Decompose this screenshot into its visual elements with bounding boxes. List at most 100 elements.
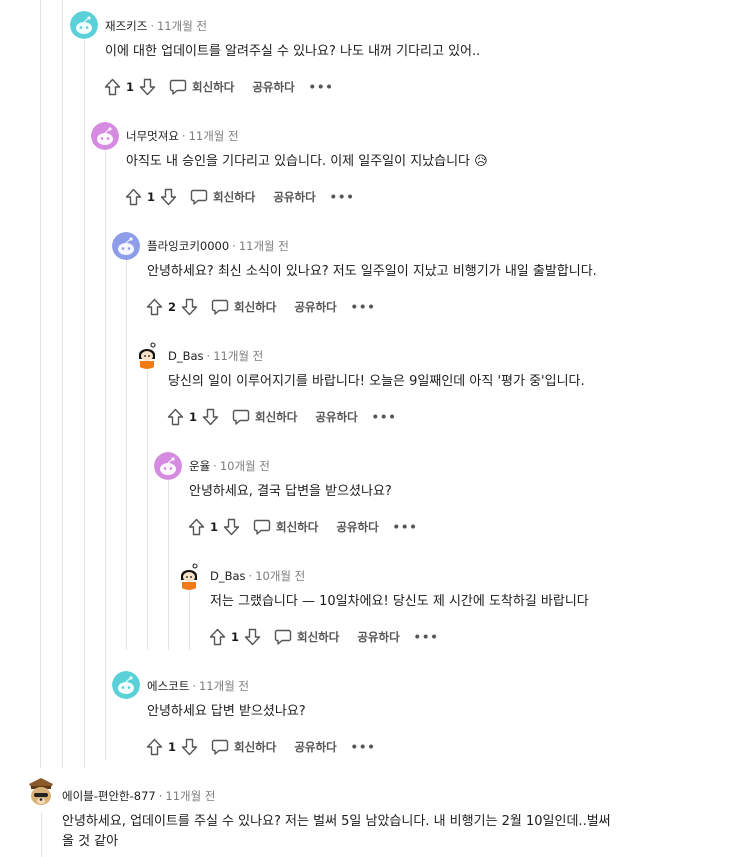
author-name[interactable]: 재즈키즈 [105, 19, 147, 33]
reply-button[interactable]: 회신하다 [169, 78, 234, 96]
comment-timestamp[interactable]: 11개월 전 [165, 789, 215, 803]
upvote-arrow-icon[interactable] [102, 77, 122, 97]
vote-count: 1 [147, 190, 156, 204]
upvote-arrow-icon[interactable] [186, 517, 206, 537]
downvote-arrow-icon[interactable] [179, 737, 199, 757]
reply-button[interactable]: 회신하다 [232, 408, 297, 426]
comment-body: 안녕하세요? 최신 소식이 있나요? 저도 일주일이 지났고 비행기가 내일 출… [147, 262, 597, 282]
reply-button[interactable]: 회신하다 [190, 188, 255, 206]
author-name[interactable]: 운율 [189, 459, 210, 473]
comment-body: 이에 대한 업데이트를 알려주실 수 있나요? 나도 내꺼 기다리고 있어.. [105, 42, 480, 62]
avatar[interactable] [25, 774, 57, 810]
vote-count: 1 [189, 410, 198, 424]
comment-body: 안녕하세요, 결국 답변을 받으셨나요? [189, 482, 392, 502]
author-name[interactable]: D_Bas [210, 569, 246, 583]
reply-button[interactable]: 회신하다 [211, 298, 276, 316]
comment-actions: 2 회신하다 공유하다 ••• [144, 295, 376, 319]
thread-line-root [40, 0, 41, 768]
comment-actions: 1 회신하다 공유하다 ••• [186, 515, 418, 539]
more-dots-icon[interactable]: ••• [351, 300, 376, 314]
reply-button[interactable]: 회신하다 [253, 518, 318, 536]
more-dots-icon[interactable]: ••• [393, 520, 418, 534]
author-name[interactable]: 에이블-편안한-877 [62, 789, 156, 803]
meta-separator: · [150, 19, 154, 33]
downvote-arrow-icon[interactable] [179, 297, 199, 317]
speech-bubble-icon [232, 408, 250, 426]
downvote-arrow-icon[interactable] [158, 187, 178, 207]
comment-timestamp[interactable]: 11개월 전 [239, 239, 289, 253]
more-dots-icon[interactable]: ••• [309, 80, 334, 94]
thread-line-1 [84, 40, 85, 768]
comment-meta: D_Bas · 11개월 전 [168, 348, 263, 364]
comment-text: 당신의 일이 이루어지기를 바랍니다! 오늘은 9일째인데 아직 '평가 중'입… [168, 374, 585, 389]
avatar[interactable] [154, 452, 182, 480]
share-button[interactable]: 공유하다 [268, 189, 315, 205]
vote-count: 1 [126, 80, 135, 94]
thread-line-7 [41, 812, 42, 857]
comment-text: 안녕하세요, 결국 답변을 받으셨나요? [189, 484, 392, 499]
more-dots-icon[interactable]: ••• [372, 410, 397, 424]
thread-line-4 [147, 370, 148, 650]
author-name[interactable]: 너무멋져요 [126, 129, 179, 143]
share-button[interactable]: 공유하다 [352, 629, 399, 645]
reply-label: 회신하다 [213, 190, 256, 204]
thread-line-outer [62, 0, 63, 768]
reply-label: 회신하다 [234, 300, 277, 314]
share-button[interactable]: 공유하다 [310, 409, 357, 425]
comment-body: 안녕하세요, 업데이트를 주실 수 있나요? 저는 벌써 5일 남았습니다. 내… [62, 812, 611, 852]
upvote-arrow-icon[interactable] [144, 297, 164, 317]
comment-body: 아직도 내 승인을 기다리고 있습니다. 이제 일주일이 지났습니다 😥 [126, 152, 488, 172]
comment-text: 아직도 내 승인을 기다리고 있습니다. 이제 일주일이 지났습니다 😥 [126, 154, 488, 169]
comment-timestamp[interactable]: 11개월 전 [199, 679, 249, 693]
comment-timestamp[interactable]: 11개월 전 [213, 349, 263, 363]
speech-bubble-icon [211, 298, 229, 316]
comment-text: 안녕하세요, 업데이트를 주실 수 있나요? 저는 벌써 5일 남았습니다. 내… [62, 814, 611, 829]
share-button[interactable]: 공유하다 [331, 519, 378, 535]
upvote-arrow-icon[interactable] [165, 407, 185, 427]
avatar[interactable] [112, 232, 140, 260]
avatar[interactable] [70, 11, 98, 39]
comment-actions: 1 회신하다 공유하다 ••• [144, 735, 376, 759]
comment-timestamp[interactable]: 11개월 전 [157, 19, 207, 33]
downvote-arrow-icon[interactable] [242, 627, 262, 647]
downvote-arrow-icon[interactable] [200, 407, 220, 427]
avatar[interactable] [133, 341, 161, 369]
upvote-arrow-icon[interactable] [123, 187, 143, 207]
reply-button[interactable]: 회신하다 [274, 628, 339, 646]
comment-meta: 너무멋져요 · 11개월 전 [126, 128, 239, 144]
meta-separator: · [192, 679, 196, 693]
avatar[interactable] [175, 562, 203, 590]
meta-separator: · [158, 789, 163, 803]
vote-count: 1 [168, 740, 177, 754]
more-dots-icon[interactable]: ••• [330, 190, 355, 204]
share-button[interactable]: 공유하다 [247, 79, 294, 95]
share-label: 공유하다 [294, 300, 337, 314]
more-dots-icon[interactable]: ••• [414, 630, 439, 644]
speech-bubble-icon [274, 628, 292, 646]
comment-timestamp[interactable]: 10개월 전 [255, 569, 305, 583]
upvote-arrow-icon[interactable] [144, 737, 164, 757]
reply-label: 회신하다 [276, 520, 319, 534]
speech-bubble-icon [169, 78, 187, 96]
speech-bubble-icon [211, 738, 229, 756]
author-name[interactable]: 에스코트 [147, 679, 189, 693]
comment-meta: 에이블-편안한-877 · 11개월 전 [62, 788, 215, 804]
more-dots-icon[interactable]: ••• [351, 740, 376, 754]
upvote-arrow-icon[interactable] [207, 627, 227, 647]
reply-button[interactable]: 회신하다 [211, 738, 276, 756]
share-button[interactable]: 공유하다 [289, 299, 336, 315]
downvote-arrow-icon[interactable] [221, 517, 241, 537]
author-name[interactable]: D_Bas [168, 349, 204, 363]
avatar[interactable] [112, 671, 140, 699]
comment-actions: 1 회신하다 공유하다 ••• [165, 405, 397, 429]
comment-actions: 1 회신하다 공유하다 ••• [207, 625, 439, 649]
vote-count: 2 [168, 300, 177, 314]
downvote-arrow-icon[interactable] [137, 77, 157, 97]
comment-timestamp[interactable]: 10개월 전 [220, 459, 270, 473]
avatar[interactable] [91, 122, 119, 150]
comment-body: 당신의 일이 이루어지기를 바랍니다! 오늘은 9일째인데 아직 '평가 중'입… [168, 372, 585, 392]
comment-timestamp[interactable]: 11개월 전 [189, 129, 239, 143]
author-name[interactable]: 플라잉코키0000 [147, 239, 229, 253]
reply-label: 회신하다 [192, 80, 235, 94]
share-button[interactable]: 공유하다 [289, 739, 336, 755]
